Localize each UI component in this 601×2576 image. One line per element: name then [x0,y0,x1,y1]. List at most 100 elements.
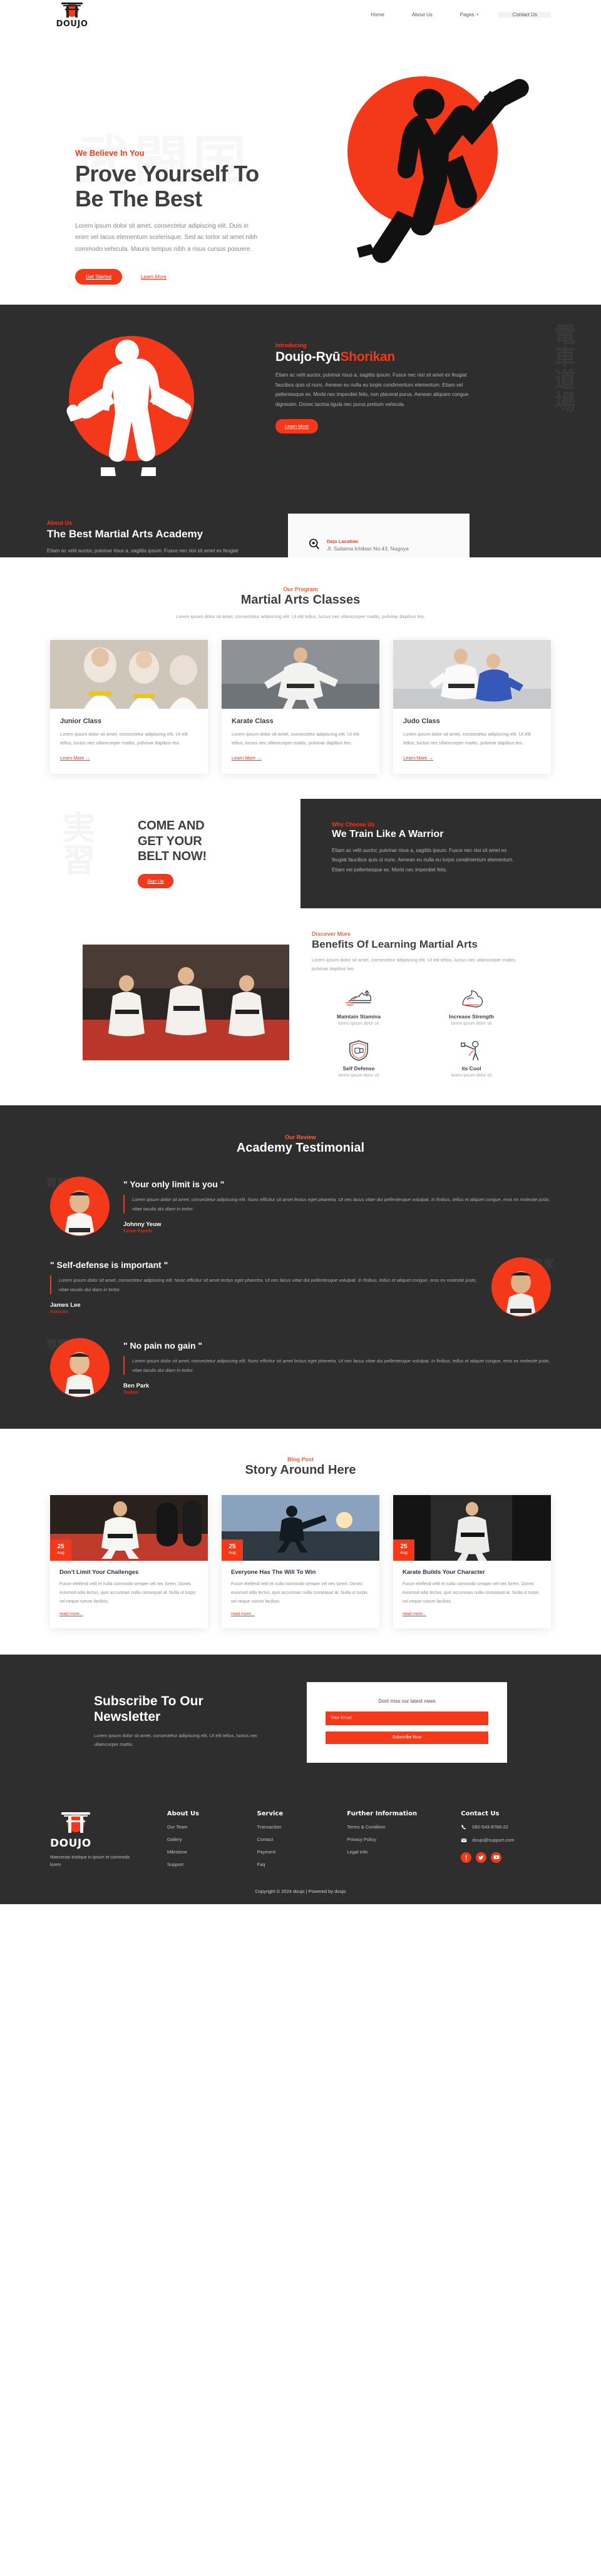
subscribe-title-line-2: Newsletter [94,1710,161,1725]
belt-title-line-1: COME AND [137,819,205,833]
hero-paragraph: Lorem ipsum dolor sit amet, consectetur … [75,222,258,253]
card-title: Judo Class [403,717,440,725]
belt-kanji-watermark: 実習 [63,809,96,880]
footer-link[interactable]: Faq [257,1862,347,1867]
blog-post-text: Fusce eleifend velit et nulla commodo se… [59,1581,196,1604]
get-started-button[interactable]: Get Started [75,269,122,285]
blog-read-more-link[interactable]: read more... [403,1612,426,1616]
belt-title-line-2: GET YOUR [137,834,202,848]
card-learn-more-link[interactable]: Learn More → [403,755,433,761]
testimonial-text: Lorem ipsum dolor sit amet, consectetur … [123,1194,551,1214]
benefits-grid: Maintain Stamina lorem ipsum dolor sit I… [312,988,518,1078]
program-card-judo[interactable]: Judo Class Lorem ipsum dolor sit amet, c… [393,639,551,774]
hero-title-line-1: Prove Yourself To [75,161,259,186]
blog-body: Karate Builds Your Character Fusce eleif… [393,1561,551,1628]
subscribe-title: Subscribe To Our Newsletter [94,1693,282,1725]
card-image [222,639,379,709]
subscribe-form-card: Dont miss our latest news Subscribe Now [307,1681,507,1763]
blog-month: Aug [57,1550,64,1555]
footer-link[interactable]: Legal Info [347,1849,461,1855]
subscribe-section: Subscribe To Our Newsletter Lorem ipsum … [0,1654,601,1788]
nav-item-about-us[interactable]: About Us [398,12,446,18]
site-logo[interactable]: DOUJO [50,1,94,29]
why-choose-paragraph: Etiam ac velit auctor, pulvinar risus a,… [332,847,514,873]
belt-cta-text: COME AND GET YOUR BELT NOW! Sign Up [137,818,207,889]
testimonial-body: " Your only limit is you " Lorem ipsum d… [123,1179,551,1234]
footer-tagline: Maecenas tristique in ipsum et commodo l… [50,1855,130,1868]
testimonial-role: Instructor [50,1309,69,1314]
belt-cta-section: 実習 COME AND GET YOUR BELT NOW! Sign Up W… [0,798,601,908]
intro-title-dark: Doujo-Ryū [275,350,341,364]
blog-date-badge: 25 Aug [222,1539,243,1561]
blog-card-list: 25 Aug Don’t Limit Your Challenges Fusce… [0,1494,601,1628]
card-learn-more-link[interactable]: Learn More → [232,755,262,761]
sign-up-button[interactable]: Sign Up [137,874,173,889]
chevron-down-icon: ▾ [476,13,479,17]
nav-item-home[interactable]: Home [357,12,398,18]
footer-link[interactable]: Payment [257,1849,347,1855]
belt-cta-left: 実習 COME AND GET YOUR BELT NOW! Sign Up [0,798,300,908]
footer-link[interactable]: Support [167,1862,257,1867]
nav-label: Pages [460,12,475,18]
nav-item-pages[interactable]: Pages ▾ [446,12,493,18]
hero-section: 武闘国 We Believe In You Prove Yourself To … [0,29,601,305]
subscribe-now-button[interactable]: Subscribe Now [326,1731,488,1744]
why-choose-heading: We Train Like A Warrior [332,828,444,839]
facebook-icon[interactable]: f [461,1852,472,1863]
blog-read-more-link[interactable]: read more... [59,1612,83,1616]
nav-links: Home About Us Pages ▾ Contact Us [357,12,551,18]
card-image [393,639,551,709]
program-card-karate[interactable]: Karate Class Lorem ipsum dolor sit amet,… [222,639,379,774]
blog-read-more-link[interactable]: read more... [231,1612,255,1616]
footer-link[interactable]: Transaction [257,1824,347,1830]
site-footer: DOUJO Maecenas tristique in ipsum et com… [0,1787,601,1904]
blog-day: 25 [400,1543,408,1550]
subscribe-text-block: Subscribe To Our Newsletter Lorem ipsum … [94,1682,282,1763]
blog-eyebrow: Blog Post [287,1456,314,1463]
blog-image: 25 Aug [222,1494,379,1561]
hero-actions: Get Started Learn More [75,269,282,285]
dojo-info-card: 規律 Dojo Location Jl. Saitama Ichiban No.… [288,514,470,557]
blog-card[interactable]: 25 Aug Karate Builds Your Character Fusc… [393,1494,551,1628]
footer-email[interactable]: doujo@support.com [461,1837,551,1843]
benefit-its-cool: its Cool lorem ipsum dolor sit [424,1040,518,1078]
footer-link[interactable]: Contact [257,1837,347,1842]
benefit-sub: lorem ipsum dolor sit [451,1021,492,1026]
blog-card[interactable]: 25 Aug Don’t Limit Your Challenges Fusce… [50,1494,208,1628]
info-row-location: Dojo Location Jl. Saitama Ichiban No.43,… [308,539,470,552]
footer-link[interactable]: Milestone [167,1849,257,1855]
footer-link[interactable]: Privacy Policy [347,1837,461,1842]
running-shoe-icon [312,988,406,1009]
nav-contact-us-button[interactable]: Contact Us [498,12,551,18]
footer-link[interactable]: Terms & Condition [347,1824,461,1830]
about-paragraph: Etiam ac velit auctor, pulvinar risus a,… [47,548,239,554]
intro-kanji-watermark: 電車道場 [550,323,575,413]
email-input[interactable] [326,1711,488,1725]
footer-social-links: f [461,1852,551,1863]
program-card-junior[interactable]: Junior Class Lorem ipsum dolor sit amet,… [50,639,208,774]
high-kick-icon [424,1040,518,1061]
blog-card[interactable]: 25 Aug Everyone Has The Will To Win Fusc… [222,1494,379,1628]
intro-title: Doujo-RyūShorikan [275,350,470,365]
benefit-sub: lorem ipsum dolor sit [451,1073,492,1078]
hero-learn-more-link[interactable]: Learn More [141,274,167,280]
card-learn-more-link[interactable]: Learn More → [60,755,90,761]
youtube-icon[interactable] [491,1852,502,1863]
intro-learn-more-button[interactable]: Learn More [275,419,319,434]
program-eyebrow: Our Program [283,586,318,592]
card-body: Karate Class Lorem ipsum dolor sit amet,… [222,709,379,774]
twitter-icon[interactable] [476,1852,487,1863]
footer-link[interactable]: Gallery [167,1837,257,1842]
testimonial-name: Johnny Yeuw [123,1220,162,1228]
benefit-title: Self Defense [342,1065,375,1072]
hero-title-line-2: Be The Best [75,186,202,212]
card-text: Lorem ipsum dolor sit amet, consectetur … [403,731,531,746]
introducing-section: 電車道場 Introducing Doujo-RyūShorikan Etiam… [0,305,601,505]
footer-column-service: Service Transaction Contact Payment Faq [257,1810,347,1870]
intro-title-red: Shorikan [340,350,395,364]
footer-phone[interactable]: 082-543-8768-22 [461,1824,551,1830]
footer-link[interactable]: Our Team [167,1824,257,1830]
benefits-image [83,944,289,1060]
torii-gate-icon [61,1810,90,1835]
footer-column-further-information: Further Information Terms & Condition Pr… [347,1810,461,1870]
